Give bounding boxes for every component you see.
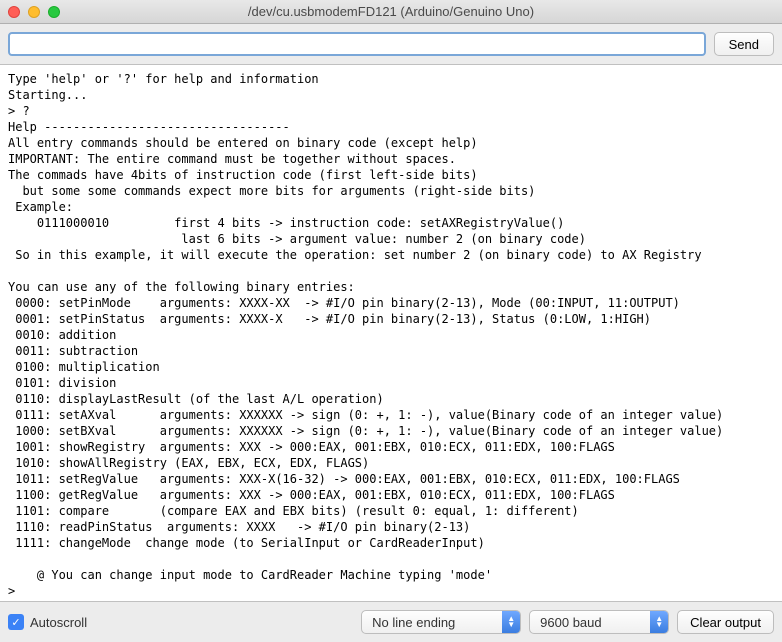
autoscroll-label: Autoscroll	[30, 615, 87, 630]
autoscroll-checkbox[interactable]: ✓ Autoscroll	[8, 614, 87, 630]
window-title: /dev/cu.usbmodemFD121 (Arduino/Genuino U…	[8, 4, 774, 19]
serial-input[interactable]	[8, 32, 706, 56]
maximize-icon[interactable]	[48, 6, 60, 18]
window-titlebar: /dev/cu.usbmodemFD121 (Arduino/Genuino U…	[0, 0, 782, 24]
input-toolbar: Send	[0, 24, 782, 65]
clear-output-button[interactable]: Clear output	[677, 610, 774, 634]
line-ending-select[interactable]: No line ending ▲▼	[361, 610, 521, 634]
minimize-icon[interactable]	[28, 6, 40, 18]
baud-label: 9600 baud	[530, 615, 650, 630]
baud-select[interactable]: 9600 baud ▲▼	[529, 610, 669, 634]
checkmark-icon: ✓	[8, 614, 24, 630]
bottom-toolbar: ✓ Autoscroll No line ending ▲▼ 9600 baud…	[0, 601, 782, 642]
close-icon[interactable]	[8, 6, 20, 18]
chevron-updown-icon: ▲▼	[650, 611, 668, 633]
chevron-updown-icon: ▲▼	[502, 611, 520, 633]
window-controls	[8, 6, 60, 18]
send-button[interactable]: Send	[714, 32, 774, 56]
line-ending-label: No line ending	[362, 615, 502, 630]
serial-console[interactable]: Type 'help' or '?' for help and informat…	[0, 65, 782, 601]
